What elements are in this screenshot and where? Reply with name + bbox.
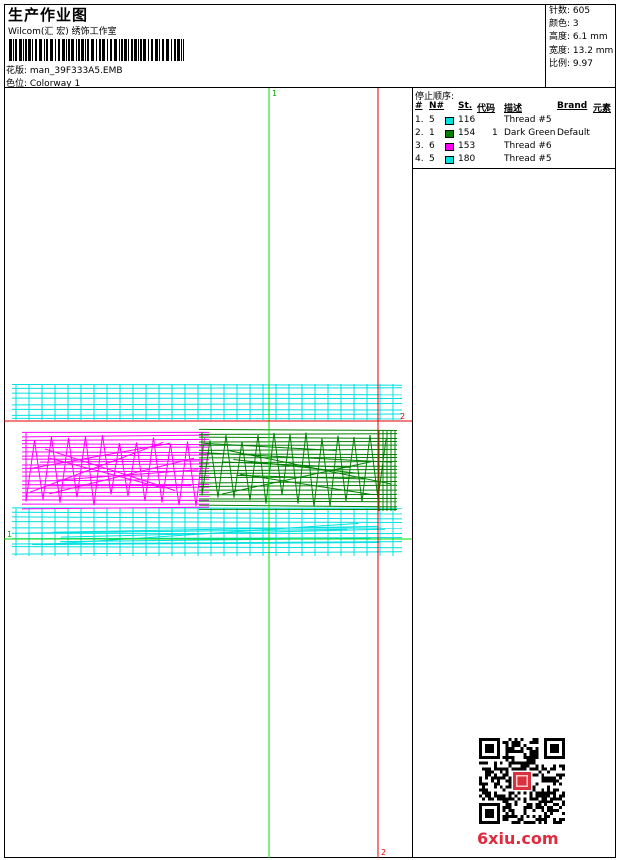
table-row: 2. 1 154 1 Dark Green Default <box>415 128 590 138</box>
col-element: 元素 <box>593 104 612 114</box>
thread-swatch <box>445 117 454 125</box>
pattern-file: 花版: man_39F333A5.EMB <box>6 66 123 76</box>
col-no: N# <box>429 101 445 111</box>
stop-sequence-panel: 停止顺序: # N# St. 代码 描述 Brand 元素 1. 5 116 T… <box>413 88 616 169</box>
thread-swatch <box>445 130 454 138</box>
stat-scale: 比例: 9.97 <box>549 58 593 69</box>
col-desc: 描述 <box>504 104 523 114</box>
table-row: 3. 6 153 Thread #6 <box>415 141 552 151</box>
stats-box: 针数: 605 颜色: 3 高度: 6.1 mm 宽度: 13.2 mm 比例:… <box>545 4 616 88</box>
stat-height: 高度: 6.1 mm <box>549 32 608 43</box>
embroidery-preview: 1 1 2 2 <box>4 88 412 858</box>
green-left-label: 1 <box>7 530 12 539</box>
thread-swatch <box>445 143 454 151</box>
studio-name: Wilcom(汇 宏) 绣饰工作室 <box>8 27 117 37</box>
header: 生产作业图 Wilcom(汇 宏) 绣饰工作室 花版: man_39F333A5… <box>4 4 616 89</box>
col-code: 代码 <box>477 104 496 114</box>
red-bottom-label: 2 <box>381 848 386 857</box>
green-top-label: 1 <box>272 89 277 98</box>
col-brand: Brand <box>557 101 588 111</box>
stat-colors: 颜色: 3 <box>549 19 579 30</box>
stat-stitches: 针数: 605 <box>549 6 591 16</box>
col-order: # <box>415 101 423 111</box>
barcode <box>9 39 184 61</box>
qr-code <box>479 738 565 824</box>
stat-width: 宽度: 13.2 mm <box>549 45 614 56</box>
col-st: St. <box>458 101 473 111</box>
watermark-site: 6xiu.com <box>477 829 559 848</box>
page-title: 生产作业图 <box>8 6 89 24</box>
red-right-label: 2 <box>400 412 405 421</box>
stop-sequence-header: # N# St. 代码 描述 Brand 元素 <box>415 101 615 114</box>
thread-swatch <box>445 156 454 164</box>
design-canvas: 1 1 2 2 <box>4 88 413 858</box>
table-row: 1. 5 116 Thread #5 <box>415 115 552 125</box>
table-row: 4. 5 180 Thread #5 <box>415 154 552 164</box>
